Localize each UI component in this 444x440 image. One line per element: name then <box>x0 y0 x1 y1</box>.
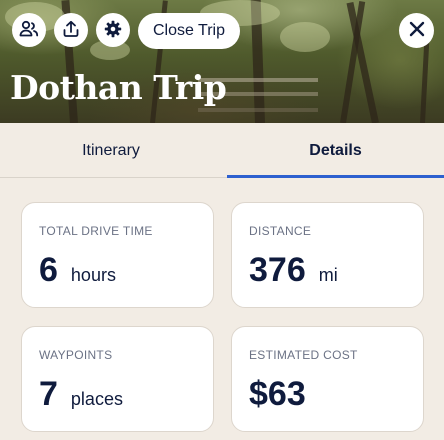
drive-time-card: TOTAL DRIVE TIME 6 hours <box>21 202 214 308</box>
waypoints-unit: places <box>70 389 123 409</box>
close-trip-button[interactable]: Close Trip <box>138 13 240 49</box>
drive-time-unit: hours <box>70 265 116 285</box>
tab-itinerary[interactable]: Itinerary <box>0 123 222 178</box>
distance-unit: mi <box>318 265 338 285</box>
waypoints-label: WAYPOINTS <box>39 348 113 362</box>
trip-title: Dothan Trip <box>10 68 227 107</box>
gear-icon <box>104 20 122 41</box>
distance-card: DISTANCE 376 mi <box>231 202 424 308</box>
tab-bar: Itinerary Details <box>0 123 444 178</box>
group-users-icon <box>19 20 39 41</box>
waypoints-card: WAYPOINTS 7 places <box>21 326 214 432</box>
active-tab-indicator <box>227 175 444 178</box>
close-button[interactable] <box>399 13 434 48</box>
drive-time-label: TOTAL DRIVE TIME <box>39 224 153 238</box>
share-button[interactable] <box>54 13 88 47</box>
close-icon <box>408 20 426 41</box>
distance-value: 376 <box>249 251 306 289</box>
drive-time-value: 6 <box>39 251 58 289</box>
share-upload-icon <box>62 20 80 41</box>
distance-label: DISTANCE <box>249 224 312 238</box>
waypoints-value: 7 <box>39 375 58 413</box>
tab-details[interactable]: Details <box>227 123 444 178</box>
travelers-button[interactable] <box>12 13 46 47</box>
estimated-cost-label: ESTIMATED COST <box>249 348 358 362</box>
settings-button[interactable] <box>96 13 130 47</box>
estimated-cost-value: $63 <box>249 375 306 413</box>
estimated-cost-card: ESTIMATED COST $63 <box>231 326 424 432</box>
